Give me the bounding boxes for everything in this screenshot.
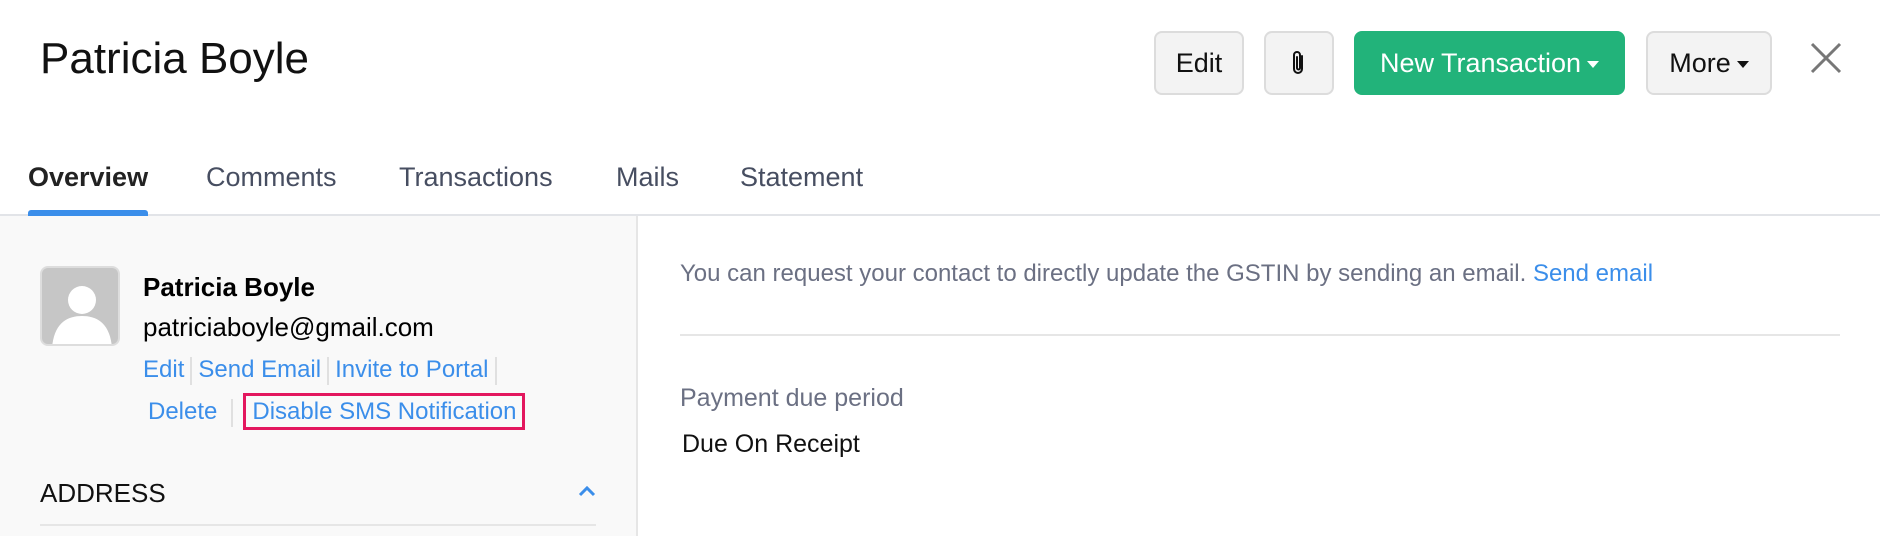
gstin-text: You can request your contact to directly… [680, 260, 1527, 287]
paperclip-icon [1293, 51, 1303, 74]
separator [327, 356, 330, 385]
caret-down-icon [1736, 60, 1749, 68]
collapse-address-button[interactable] [578, 484, 596, 502]
tab-overview[interactable]: Overview [28, 162, 148, 193]
close-button[interactable] [1806, 38, 1846, 78]
payment-due-value: Due On Receipt [682, 430, 860, 458]
tab-bar: Overview Comments Transactions Mails Sta… [0, 150, 1880, 216]
tab-comments[interactable]: Comments [206, 162, 337, 193]
tab-transactions[interactable]: Transactions [399, 162, 553, 193]
gstin-message: You can request your contact to directly… [680, 260, 1653, 288]
contact-actions: Edit Send Email Invite to Portal [143, 356, 503, 385]
avatar [40, 266, 120, 346]
edit-button[interactable]: Edit [1154, 31, 1244, 95]
disable-sms-notification-link[interactable]: Disable SMS Notification [243, 393, 526, 430]
divider [680, 334, 1840, 336]
attach-button[interactable] [1264, 31, 1334, 95]
close-icon [1810, 42, 1842, 74]
address-heading: ADDRESS [40, 478, 166, 508]
separator [231, 398, 234, 427]
user-placeholder-icon [52, 286, 112, 344]
new-transaction-label: New Transaction [1379, 47, 1582, 78]
contact-actions-row2: Delete Disable SMS Notification [148, 393, 526, 430]
more-label: More [1669, 47, 1731, 78]
delete-link[interactable]: Delete [148, 398, 217, 425]
invite-to-portal-link[interactable]: Invite to Portal [335, 356, 488, 383]
contact-panel: Patricia Boyle patriciaboyle@gmail.com E… [0, 216, 638, 536]
more-button[interactable]: More [1646, 31, 1772, 95]
separator [190, 356, 193, 385]
new-transaction-button[interactable]: New Transaction [1354, 31, 1625, 95]
chevron-up-icon [578, 485, 596, 497]
payment-due-label: Payment due period [680, 384, 904, 412]
send-email-link[interactable]: Send Email [198, 356, 321, 383]
contact-email: patriciaboyle@gmail.com [143, 312, 434, 342]
contact-name: Patricia Boyle [143, 272, 315, 302]
separator [494, 356, 497, 385]
tab-statement[interactable]: Statement [740, 162, 863, 193]
caret-down-icon [1587, 60, 1600, 68]
tab-mails[interactable]: Mails [616, 162, 679, 193]
edit-button-label: Edit [1175, 47, 1223, 78]
edit-link[interactable]: Edit [143, 356, 184, 383]
divider [40, 524, 596, 526]
send-email-gstin-link[interactable]: Send email [1533, 260, 1653, 287]
page-title: Patricia Boyle [40, 34, 310, 83]
